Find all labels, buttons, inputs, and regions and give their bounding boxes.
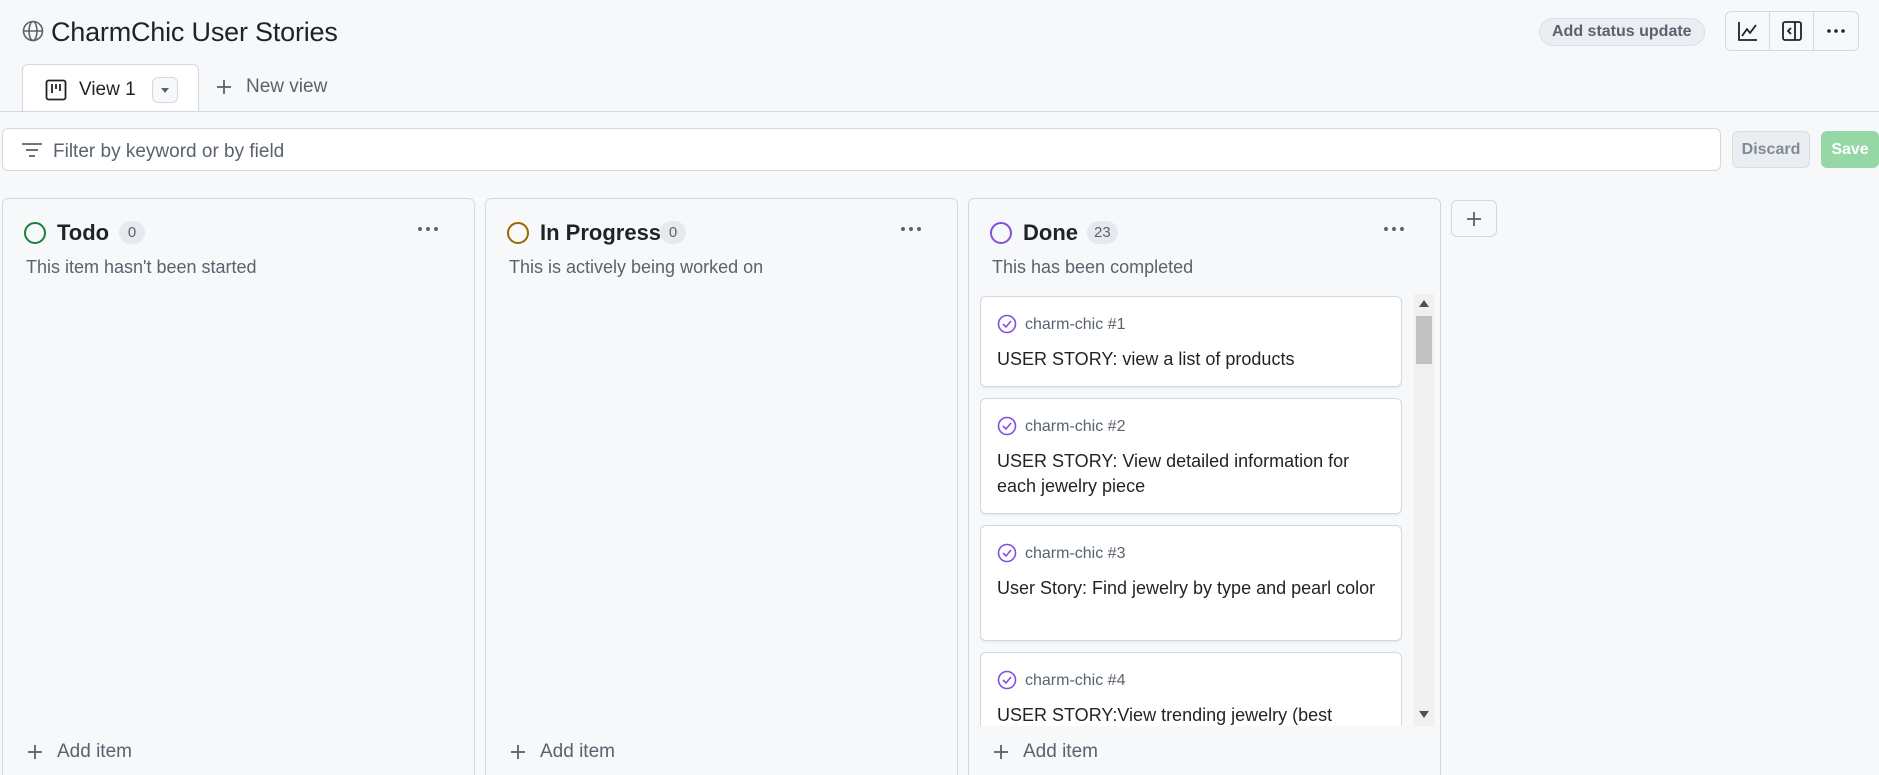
project-title: CharmChic User Stories [51,17,338,47]
new-view-label: New view [246,76,328,97]
board-icon [45,79,67,101]
column-name: Done [1023,220,1078,245]
card-title[interactable]: USER STORY: view a list of products [997,347,1381,372]
scroll-down-arrow[interactable] [1419,711,1429,718]
card-item[interactable]: charm-chic #3 User Story: Find jewelry b… [980,525,1402,641]
more-options-button[interactable] [1814,12,1858,50]
insights-graph-icon [1737,22,1757,41]
column-description: This item hasn't been started [26,257,257,277]
issue-closed-icon [997,543,1017,563]
card-item[interactable]: charm-chic #4 USER STORY:View trending j… [980,652,1402,726]
globe-icon [22,20,44,42]
card-item[interactable]: charm-chic #1 USER STORY: view a list of… [980,296,1402,387]
card-ref[interactable]: charm-chic #2 [1025,418,1125,436]
column-name: Todo [57,220,110,245]
plus-icon [511,745,525,759]
column-in-progress: In Progress 0 This is actively being wor… [485,198,958,775]
status-done-icon [990,222,1012,244]
add-item-label: Add item [1023,741,1098,762]
plus-icon [28,745,42,759]
filter-placeholder: Filter by keyword or by field [53,141,285,162]
column-description: This has been completed [992,257,1194,277]
issue-closed-icon [997,314,1017,334]
project-header: CharmChic User Stories Add status update [0,0,1879,112]
filter-input[interactable]: Filter by keyword or by field [2,128,1721,171]
discard-button[interactable]: Discard [1732,131,1810,168]
column-done: Done 23 This has been completed charm-ch… [968,198,1441,775]
column-description: This is actively being worked on [509,257,764,277]
card-item[interactable]: charm-chic #2 USER STORY: View detailed … [980,398,1402,514]
project-toolbar [1725,11,1859,51]
status-todo-icon [24,222,46,244]
add-column-button[interactable] [1451,200,1497,237]
card-title[interactable]: USER STORY:View trending jewelry (best [997,703,1381,726]
add-item-label: Add item [540,741,615,762]
issue-closed-icon [997,416,1017,436]
toggle-sidebar-button[interactable] [1770,12,1814,50]
add-item-label: Add item [57,741,132,762]
insights-button[interactable] [1726,12,1770,50]
card-title[interactable]: User Story: Find jewelry by type and pea… [997,576,1381,601]
kebab-horizontal-icon[interactable] [416,219,440,239]
card-ref[interactable]: charm-chic #3 [1025,545,1125,563]
column-count: 0 [119,221,145,244]
card-list: charm-chic #1 USER STORY: view a list of… [980,296,1402,726]
plus-icon [217,80,231,94]
sidebar-collapse-icon [1781,21,1802,41]
kebab-horizontal-icon[interactable] [899,219,923,239]
triangle-down-icon [161,88,169,93]
add-item-button[interactable]: Add item [993,741,1098,763]
save-button[interactable]: Save [1821,131,1879,168]
filter-icon [22,143,42,157]
tab-label: View 1 [79,79,136,100]
scroll-up-arrow[interactable] [1419,300,1429,307]
kebab-horizontal-icon [1827,29,1845,33]
card-ref[interactable]: charm-chic #4 [1025,672,1125,690]
view-options-dropdown[interactable] [152,77,178,103]
issue-closed-icon [997,670,1017,690]
status-in-progress-icon [507,222,529,244]
add-status-update-button[interactable]: Add status update [1539,18,1705,46]
add-item-button[interactable]: Add item [510,741,615,763]
kebab-horizontal-icon[interactable] [1382,219,1406,239]
scrollbar-thumb[interactable] [1416,316,1432,364]
column-count: 23 [1087,221,1118,244]
column-todo: Todo 0 This item hasn't been started Add… [2,198,475,775]
new-view-button[interactable]: New view [216,76,327,98]
add-item-button[interactable]: Add item [27,741,132,763]
column-name: In Progress [540,220,662,245]
header-divider [0,111,1879,112]
card-ref[interactable]: charm-chic #1 [1025,316,1125,334]
tab-view-1[interactable]: View 1 [22,64,199,112]
plus-icon [994,745,1008,759]
column-count: 0 [660,221,686,244]
card-title[interactable]: USER STORY: View detailed information fo… [997,449,1381,499]
card-list-scrollbar[interactable] [1414,294,1434,726]
plus-icon [1467,211,1481,226]
